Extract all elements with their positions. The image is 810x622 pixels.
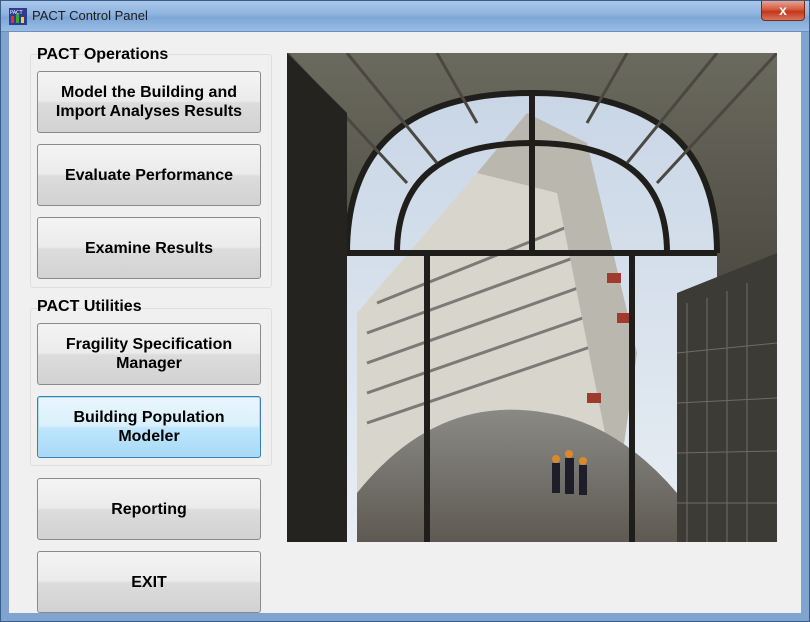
fragility-specification-manager-button[interactable]: Fragility Specification Manager: [37, 323, 261, 385]
svg-text:PACT: PACT: [10, 10, 24, 16]
title-bar: PACT PACT Control Panel x: [1, 1, 809, 32]
exit-button[interactable]: EXIT: [37, 551, 261, 613]
window-title: PACT Control Panel: [32, 8, 148, 23]
evaluate-performance-button[interactable]: Evaluate Performance: [37, 144, 261, 206]
pact-control-panel-window: PACT PACT Control Panel x PACT Operation…: [0, 0, 810, 622]
model-building-button[interactable]: Model the Building and Import Analyses R…: [37, 71, 261, 133]
pact-operations-heading: PACT Operations: [37, 46, 169, 63]
reporting-button[interactable]: Reporting: [37, 478, 261, 540]
close-button[interactable]: x: [761, 1, 805, 21]
window-frame-right: [801, 32, 809, 621]
examine-results-button[interactable]: Examine Results: [37, 217, 261, 279]
window-frame-left: [1, 32, 9, 621]
collapsed-building-photo: [287, 53, 777, 542]
close-icon: x: [779, 2, 787, 18]
window-frame-bottom: [1, 613, 809, 621]
pact-utilities-heading: PACT Utilities: [37, 298, 142, 315]
pact-app-icon: PACT: [9, 8, 27, 25]
building-population-modeler-button[interactable]: Building Population Modeler: [37, 396, 261, 458]
client-area: PACT Operations Model the Building and I…: [9, 32, 801, 613]
